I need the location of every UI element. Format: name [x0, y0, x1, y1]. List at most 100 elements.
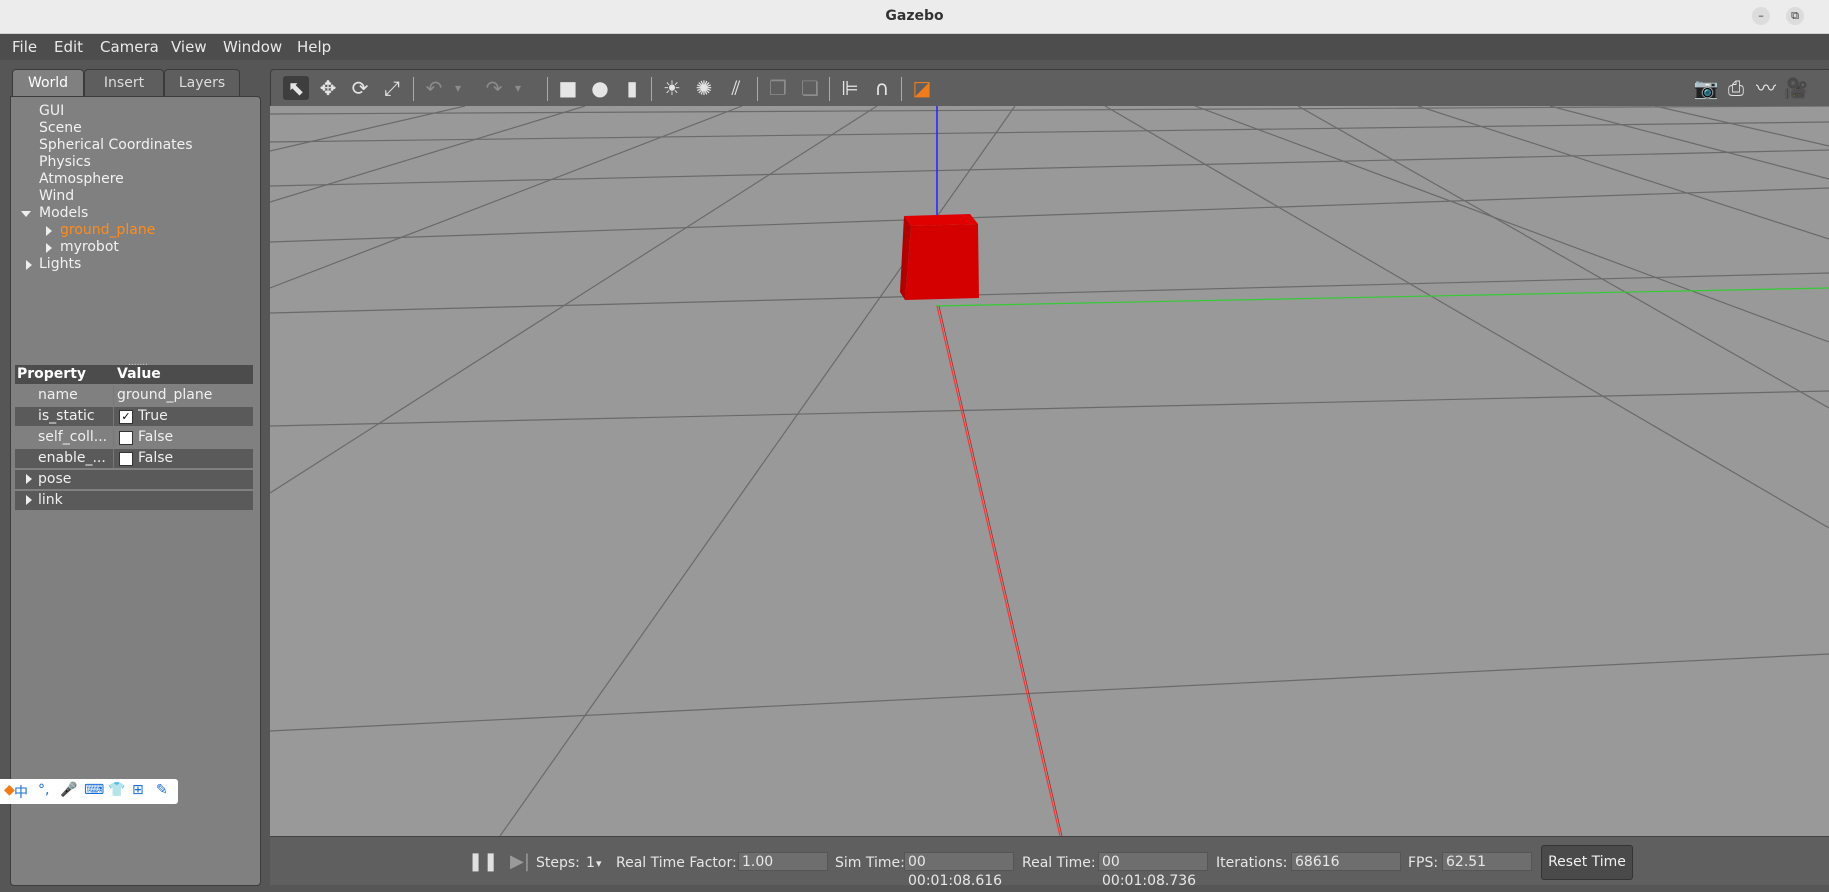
property-column-header: Property: [17, 366, 87, 382]
point-light-icon[interactable]: ☀: [659, 76, 685, 100]
expand-arrow-icon[interactable]: [26, 474, 32, 484]
main-toolbar: ⬉ ✥ ⟳ ⤢ ↶ ▾ ↷ ▾ ■ ● ▮ ☀ ✺ ⫽ ❐ ❏ ⊫ ∩ ◪ 📷 …: [270, 69, 1829, 108]
maximize-button[interactable]: ⧉: [1786, 7, 1804, 25]
collapse-arrow-icon[interactable]: [46, 226, 52, 236]
table-row[interactable]: enable_... False: [15, 449, 253, 468]
ground-grid: [270, 106, 1829, 836]
self-collide-checkbox[interactable]: [119, 431, 133, 445]
property-name: link: [38, 492, 63, 508]
ime-chinese-mode[interactable]: 中: [14, 782, 28, 802]
undo-dropdown-icon[interactable]: ▾: [451, 76, 465, 100]
tab-world[interactable]: World: [12, 69, 84, 98]
input-method-toolbar: ◆ 中 °, 🎤 ⌨ 👕 ⊞ ✎: [0, 779, 178, 804]
property-name: self_coll...: [38, 429, 108, 445]
menu-edit[interactable]: Edit: [54, 38, 83, 56]
copy-icon[interactable]: ❐: [765, 76, 791, 100]
step-icon[interactable]: ▶|: [510, 851, 530, 872]
y-axis-line: [935, 287, 1829, 307]
value-column-header: Value: [117, 366, 161, 382]
reset-time-button[interactable]: Reset Time: [1541, 845, 1633, 880]
screenshot-camera-icon[interactable]: 📷: [1693, 76, 1719, 100]
tree-item-wind[interactable]: Wind: [39, 188, 74, 204]
tab-insert[interactable]: Insert: [84, 69, 164, 97]
steps-dropdown-icon[interactable]: ▾: [596, 857, 602, 870]
align-icon[interactable]: ⊫: [837, 76, 863, 100]
tree-item-scene[interactable]: Scene: [39, 120, 82, 136]
ime-punctuation-icon[interactable]: °,: [38, 782, 49, 798]
select-mode-icon[interactable]: ⬉: [283, 76, 309, 100]
redo-icon[interactable]: ↷: [481, 76, 507, 100]
table-row[interactable]: link: [15, 491, 253, 510]
ime-toolbox-icon[interactable]: ⊞: [132, 782, 144, 798]
property-name: name: [38, 387, 78, 403]
undo-icon[interactable]: ↶: [421, 76, 447, 100]
spot-light-icon[interactable]: ✺: [691, 76, 717, 100]
window-title: Gazebo: [885, 8, 944, 24]
rotate-mode-icon[interactable]: ⟳: [347, 76, 373, 100]
property-value: False: [138, 429, 174, 445]
view-angle-icon[interactable]: ◪: [909, 76, 935, 100]
tree-item-spherical-coordinates[interactable]: Spherical Coordinates: [39, 137, 193, 153]
pause-icon[interactable]: ❚❚: [468, 851, 498, 872]
fps-label: FPS:: [1408, 855, 1439, 871]
real-time-label: Real Time:: [1022, 855, 1096, 871]
iterations-label: Iterations:: [1216, 855, 1288, 871]
translate-mode-icon[interactable]: ✥: [315, 76, 341, 100]
menu-camera[interactable]: Camera: [100, 38, 159, 56]
paste-icon[interactable]: ❏: [797, 76, 823, 100]
iterations-field: 68616: [1291, 852, 1401, 871]
directional-light-icon[interactable]: ⫽: [723, 76, 749, 100]
table-row[interactable]: name ground_plane: [15, 386, 253, 405]
simulation-status-bar: ❚❚ ▶| Steps: 1 ▾ Real Time Factor: 1.00 …: [270, 836, 1829, 889]
redo-dropdown-icon[interactable]: ▾: [511, 76, 525, 100]
table-row[interactable]: pose: [15, 470, 253, 489]
menu-view[interactable]: View: [171, 38, 207, 56]
enable-wind-checkbox[interactable]: [119, 452, 133, 466]
collapse-arrow-icon[interactable]: [26, 260, 32, 270]
tree-item-physics[interactable]: Physics: [39, 154, 91, 170]
table-row[interactable]: self_coll... False: [15, 428, 253, 447]
cylinder-shape-icon[interactable]: ▮: [619, 76, 645, 100]
fps-field: 62.51: [1442, 852, 1532, 871]
property-value[interactable]: ground_plane: [117, 387, 212, 403]
snap-magnet-icon[interactable]: ∩: [869, 76, 895, 100]
ime-settings-icon[interactable]: ✎: [156, 782, 168, 798]
box-shape-icon[interactable]: ■: [555, 76, 581, 100]
3d-viewport[interactable]: [270, 106, 1829, 836]
tab-layers[interactable]: Layers: [164, 69, 240, 97]
menu-file[interactable]: File: [12, 38, 37, 56]
collapse-arrow-icon[interactable]: [46, 243, 52, 253]
menu-bar: File Edit Camera View Window Help: [0, 34, 1829, 60]
is-static-checkbox[interactable]: ✓: [119, 410, 133, 424]
steps-value[interactable]: 1: [586, 855, 595, 871]
robot-box[interactable]: [900, 214, 979, 300]
expand-arrow-icon[interactable]: [26, 495, 32, 505]
property-value: False: [138, 450, 174, 466]
ime-skin-icon[interactable]: 👕: [108, 782, 125, 798]
tree-item-models[interactable]: Models: [39, 205, 88, 221]
menu-help[interactable]: Help: [297, 38, 331, 56]
video-record-icon[interactable]: 🎥: [1783, 76, 1809, 100]
tree-item-ground-plane[interactable]: ground_plane: [60, 222, 155, 238]
ime-microphone-icon[interactable]: 🎤: [60, 782, 77, 798]
tree-item-myrobot[interactable]: myrobot: [60, 239, 119, 255]
table-row[interactable]: is_static ✓ True: [15, 407, 253, 426]
title-bar: Gazebo – ⧉: [0, 0, 1829, 34]
menu-window[interactable]: Window: [223, 38, 282, 56]
property-name: pose: [38, 471, 72, 487]
tree-item-atmosphere[interactable]: Atmosphere: [39, 171, 124, 187]
tree-item-gui[interactable]: GUI: [39, 103, 64, 119]
sim-time-field: 00 00:01:08.616: [904, 852, 1014, 889]
expand-arrow-icon[interactable]: [21, 211, 31, 217]
property-table-header: Property Value: [15, 365, 253, 384]
log-icon[interactable]: ⎙: [1723, 76, 1749, 100]
scene-render: [270, 106, 1829, 836]
sphere-shape-icon[interactable]: ●: [587, 76, 613, 100]
property-name: is_static: [38, 408, 95, 424]
minimize-button[interactable]: –: [1752, 7, 1770, 25]
ime-keyboard-icon[interactable]: ⌨: [84, 782, 104, 798]
x-axis-line: [936, 305, 1061, 836]
tree-item-lights[interactable]: Lights: [39, 256, 81, 272]
plot-icon[interactable]: 〰: [1753, 76, 1779, 100]
scale-mode-icon[interactable]: ⤢: [379, 76, 405, 100]
